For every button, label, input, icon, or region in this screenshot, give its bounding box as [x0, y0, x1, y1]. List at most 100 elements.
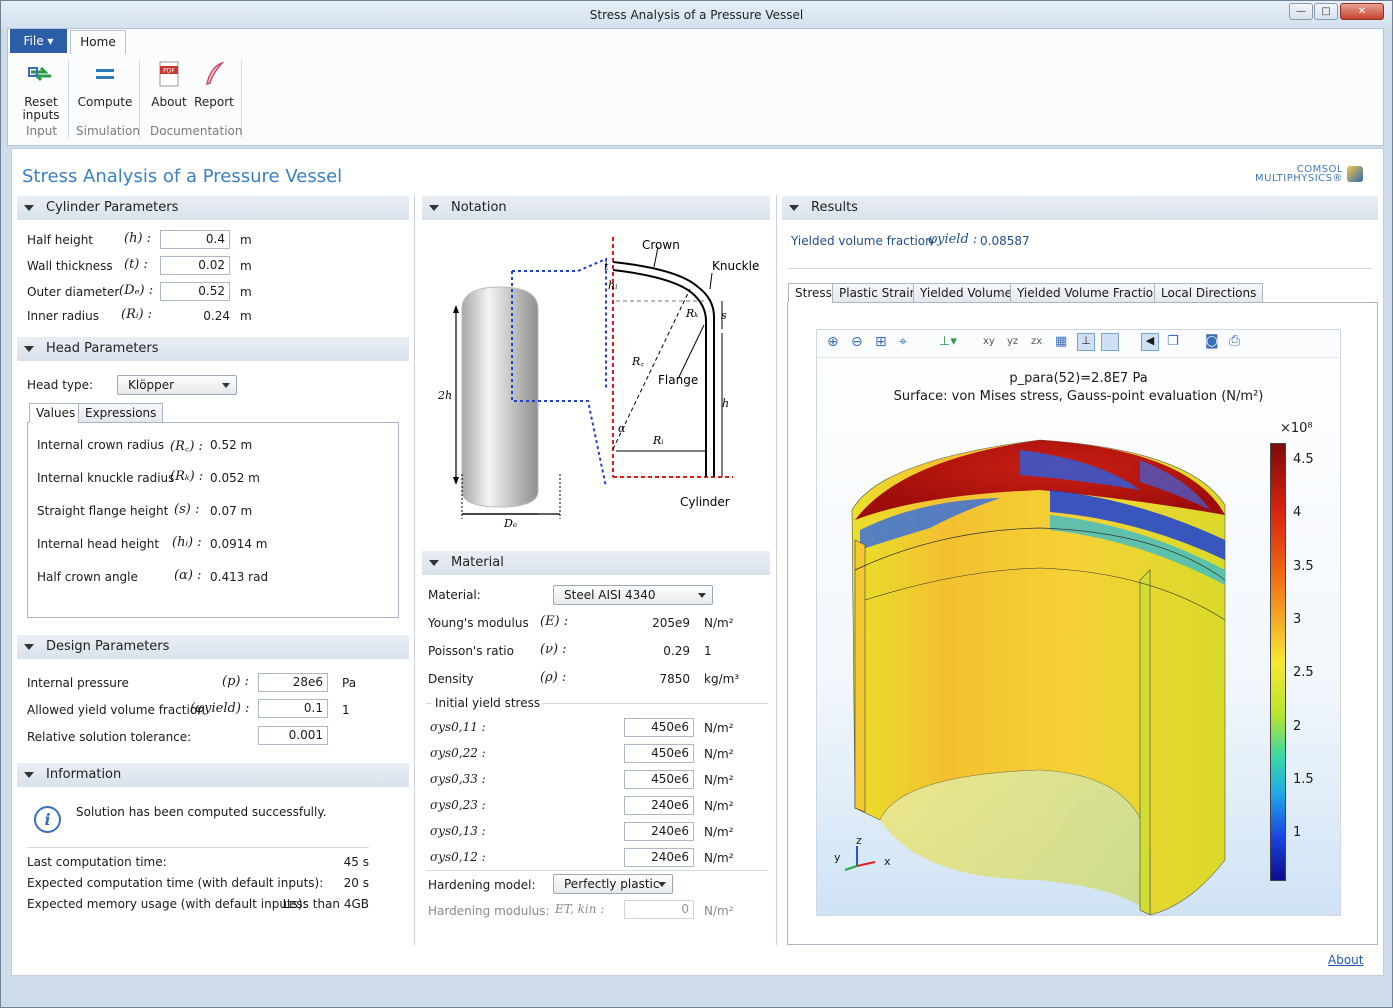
legend-toggle-icon[interactable]	[1101, 333, 1119, 351]
results-section-header[interactable]: Results	[782, 196, 1378, 220]
yz-view-icon[interactable]: yz	[1007, 336, 1018, 347]
tolerance-input[interactable]: 0.001	[258, 726, 328, 745]
wall-thickness-input[interactable]: 0.02	[160, 256, 230, 275]
yield-stress-input[interactable]: 450e6	[624, 770, 694, 789]
yield-stress-unit: N/m²	[704, 799, 734, 813]
group-documentation-label: Documentation	[150, 124, 243, 138]
zoom-box-icon[interactable]: ⊞	[875, 334, 887, 350]
results-divider	[787, 268, 1372, 269]
hardening-modulus-input[interactable]: 0	[624, 900, 694, 919]
comsol-logo-icon	[1347, 166, 1363, 182]
ribbon-separator	[68, 60, 69, 138]
cylinder-section-header[interactable]: Cylinder Parameters	[17, 196, 409, 220]
maximize-button[interactable]: □	[1314, 3, 1338, 20]
home-tab[interactable]: Home	[70, 30, 126, 54]
yield-stress-input[interactable]: 240e6	[624, 848, 694, 867]
half-height-input[interactable]: 0.4	[160, 230, 230, 249]
density-value: 7850	[659, 672, 690, 686]
cylinder-label: Cylinder	[680, 495, 730, 509]
hardening-divider	[426, 870, 768, 871]
outer-diameter-symbol: (Dₑ) :	[119, 283, 154, 298]
notation-section-header[interactable]: Notation	[422, 196, 770, 220]
tab-yielded-volume-fraction[interactable]: Yielded Volume Fraction	[1010, 283, 1168, 303]
notation-diagram: 2h Dₑ Crown Knuckle Flange Cylinder t hᵢ…	[428, 229, 764, 539]
grid-icon[interactable]: ▦	[1055, 334, 1067, 349]
reset-inputs-button[interactable]: Reset inputs	[18, 60, 64, 122]
outer-diameter-unit: m	[240, 285, 252, 299]
window-title: Stress Analysis of a Pressure Vessel	[1, 1, 1392, 29]
material-section-header[interactable]: Material	[422, 551, 770, 575]
inner-radius-symbol: (Rᵢ) :	[121, 307, 153, 322]
about-button[interactable]: PDF About	[148, 60, 190, 109]
yield-stress-unit: N/m²	[704, 721, 734, 735]
hardening-modulus-unit: N/m²	[704, 904, 734, 918]
about-link[interactable]: About	[1328, 953, 1363, 967]
transparency-icon[interactable]: ❐	[1167, 334, 1179, 349]
yield-stress-input[interactable]: 450e6	[624, 718, 694, 737]
axis-orientation-icon[interactable]: ⊥	[1077, 333, 1095, 351]
crown-radius-symbol: (R꜀) :	[170, 439, 203, 454]
ri-label: Rᵢ	[652, 434, 664, 447]
outer-diameter-input[interactable]: 0.52	[160, 282, 230, 301]
yield-fraction-input[interactable]: 0.1	[258, 699, 328, 718]
view-axes-icon[interactable]: ⊥▾	[939, 334, 957, 349]
yield-fraction-label: Allowed yield volume fraction	[27, 703, 205, 717]
zoom-out-icon[interactable]: ⊖	[851, 334, 863, 350]
head-section-header[interactable]: Head Parameters	[17, 337, 409, 361]
tab-yielded-volume[interactable]: Yielded Volume	[913, 283, 1020, 303]
axis-triad-icon	[833, 834, 893, 874]
xy-view-icon[interactable]: xy	[983, 336, 995, 347]
hardening-modulus-symbol: ET, kin :	[555, 902, 605, 916]
head-type-select[interactable]: Klöpper	[117, 375, 237, 395]
close-button[interactable]: ✕	[1340, 3, 1384, 20]
file-menu-tab[interactable]: File ▾	[10, 29, 67, 53]
flange-label: Flange	[658, 373, 698, 387]
yield-stress-input[interactable]: 240e6	[624, 796, 694, 815]
tab-plastic-strain[interactable]: Plastic Strain	[832, 283, 925, 303]
yield-stress-unit: N/m²	[704, 851, 734, 865]
colorbar-tick-label: 4.5	[1293, 452, 1314, 467]
zoom-extents-icon[interactable]: ⌖	[899, 334, 907, 350]
yielded-volume-fraction-symbol: φyield :	[928, 232, 978, 247]
plot-title: p_para(52)=2.8E7 Pa	[1009, 371, 1148, 386]
print-icon[interactable]: ⎙	[1229, 333, 1240, 349]
zx-view-icon[interactable]: zx	[1031, 336, 1042, 347]
yielded-volume-fraction-value: 0.08587	[980, 234, 1030, 248]
hardening-model-select[interactable]: Perfectly plastic	[553, 874, 673, 894]
memory-usage-label: Expected memory usage (with default inpu…	[27, 897, 307, 911]
crown-radius-label: Internal crown radius	[37, 438, 165, 452]
wall-thickness-label: Wall thickness	[27, 259, 113, 273]
light-icon[interactable]: ◀	[1141, 333, 1159, 351]
design-section-header[interactable]: Design Parameters	[17, 635, 409, 659]
tab-local-directions[interactable]: Local Directions	[1154, 283, 1264, 303]
info-divider	[27, 847, 369, 848]
information-section-header[interactable]: Information	[17, 763, 409, 787]
internal-pressure-input[interactable]: 28e6	[258, 673, 328, 692]
yield-stress-input[interactable]: 240e6	[624, 822, 694, 841]
pdf-icon: PDF	[148, 60, 190, 88]
half-height-symbol: (h) :	[124, 231, 152, 246]
tab-expressions[interactable]: Expressions	[78, 403, 164, 423]
hardening-modulus-label: Hardening modulus:	[428, 904, 550, 918]
yield-fraction-unit: 1	[342, 703, 350, 717]
2h-label: 2h	[437, 389, 452, 402]
axis-z-label: z	[856, 834, 862, 847]
last-computation-value: 45 s	[343, 855, 369, 869]
alpha-label: α	[618, 422, 626, 435]
material-select[interactable]: Steel AISI 4340	[553, 585, 713, 605]
compute-icon	[76, 60, 134, 88]
report-icon	[193, 60, 235, 88]
report-button[interactable]: Report	[193, 60, 235, 109]
poisson-ratio-label: Poisson's ratio	[428, 644, 514, 658]
tolerance-label: Relative solution tolerance:	[27, 730, 192, 744]
compute-button[interactable]: Compute	[76, 60, 134, 109]
svg-text:PDF: PDF	[163, 68, 175, 75]
zoom-in-icon[interactable]: ⊕	[827, 334, 839, 350]
reset-inputs-label: Reset inputs	[22, 95, 60, 122]
yield-stress-input[interactable]: 450e6	[624, 744, 694, 763]
minimize-button[interactable]: —	[1289, 3, 1313, 20]
camera-icon[interactable]: ◙	[1205, 333, 1219, 349]
head-height-value: 0.0914 m	[210, 537, 268, 551]
tab-values[interactable]: Values	[29, 403, 83, 423]
yielded-volume-fraction-label: Yielded volume fraction	[791, 234, 933, 248]
